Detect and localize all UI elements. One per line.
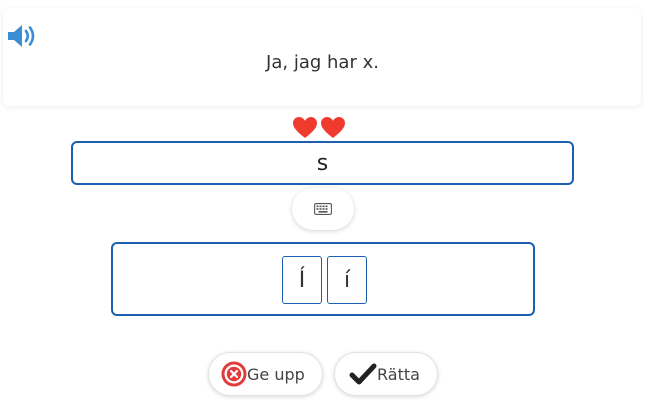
give-up-button[interactable]: Ge upp [208,352,323,396]
keyboard-icon [314,200,332,219]
char-key-lowercase-i-acute[interactable]: í [327,256,367,304]
exercise-screen: Ja, jag har x. s Í í Ge upp Rätta [0,0,645,403]
char-key-uppercase-i-acute[interactable]: Í [282,256,322,304]
check-label: Rätta [377,364,420,384]
special-characters-panel: Í í [111,242,535,316]
checkmark-icon [349,362,377,386]
check-answer-button[interactable]: Rätta [334,352,438,396]
heart-icon [320,116,346,142]
answer-input[interactable] [71,141,574,185]
close-circle-icon [221,361,247,387]
speaker-icon[interactable] [6,22,38,50]
lives-indicator [292,116,346,142]
keyboard-toggle-button[interactable] [292,188,354,230]
prompt-sentence: Ja, jag har x. [266,52,379,73]
give-up-label: Ge upp [247,364,305,384]
heart-icon [292,116,318,142]
